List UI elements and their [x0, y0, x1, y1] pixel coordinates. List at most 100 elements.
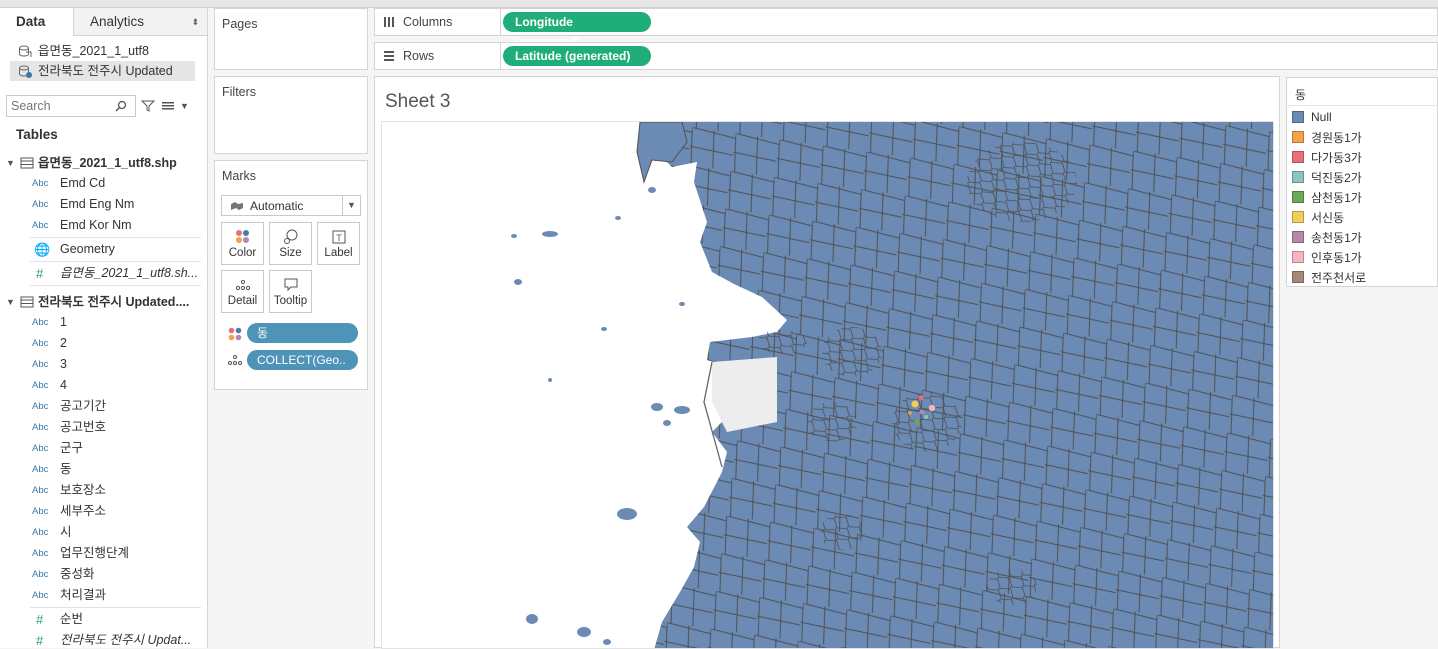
table-name: 전라북도 전주시 Updated....: [38, 295, 190, 309]
worksheet: Sheet 3: [374, 76, 1280, 649]
sort-arrows-icon[interactable]: ⬍: [191, 8, 199, 36]
pages-label: Pages: [222, 17, 258, 31]
filters-label: Filters: [222, 85, 257, 99]
legend-swatch: [1292, 131, 1304, 143]
legend-item[interactable]: 서신동: [1287, 207, 1437, 227]
legend-swatch: [1292, 271, 1304, 283]
legend-title: 동: [1287, 78, 1437, 106]
field-item[interactable]: # 순번: [0, 609, 207, 630]
legend-item[interactable]: 인후동1가: [1287, 247, 1437, 267]
field-label: 동: [60, 462, 72, 476]
datasource-icon: [19, 45, 32, 57]
string-type-icon: Abc: [32, 220, 49, 231]
size-button[interactable]: Size: [269, 222, 312, 265]
pages-card[interactable]: Pages: [214, 8, 368, 70]
string-type-icon: Abc: [32, 359, 49, 370]
table-header[interactable]: ▼ 읍면동_2021_1_utf8.shp: [0, 153, 207, 173]
field-label: 시: [60, 525, 72, 539]
field-item[interactable]: Abc 시: [0, 522, 207, 543]
search-input[interactable]: [11, 99, 115, 113]
field-label: 보호장소: [60, 483, 107, 497]
detail-button[interactable]: Detail: [221, 270, 264, 313]
globe-icon: 🌐: [34, 242, 51, 257]
legend-item[interactable]: 송천동1가: [1287, 227, 1437, 247]
datasource-icon: [19, 65, 32, 78]
filter-icon[interactable]: [140, 98, 156, 114]
string-type-icon: Abc: [32, 338, 49, 349]
field-item[interactable]: Abc 공고기간: [0, 396, 207, 417]
legend-item[interactable]: 경원동1가: [1287, 127, 1437, 147]
legend-swatch: [1292, 191, 1304, 203]
tab-data[interactable]: Data: [0, 8, 74, 36]
field-item[interactable]: Abc 군구: [0, 438, 207, 459]
tab-analytics[interactable]: Analytics ⬍: [74, 8, 207, 36]
field-item[interactable]: Abc Emd Eng Nm: [0, 194, 207, 215]
mark-type-select[interactable]: Automatic ▼: [221, 195, 361, 216]
latitude-pill[interactable]: Latitude (generated): [503, 46, 651, 66]
longitude-pill[interactable]: Longitude (generated): [503, 12, 651, 49]
field-item[interactable]: # 전라북도 전주시 Updat...: [0, 630, 207, 648]
search-row: ▼: [6, 95, 207, 117]
field-item[interactable]: Abc 중성화: [0, 564, 207, 585]
field-item[interactable]: Abc 처리결과: [0, 585, 207, 606]
detail-icon: [228, 355, 242, 365]
map-view[interactable]: [381, 121, 1274, 649]
datasource-item[interactable]: 읍면동_2021_1_utf8: [0, 41, 207, 61]
legend-swatch: [1292, 231, 1304, 243]
field-item[interactable]: Abc Emd Kor Nm: [0, 215, 207, 236]
size-button-label: Size: [279, 247, 302, 259]
filters-card[interactable]: Filters: [214, 76, 368, 154]
chevron-down-icon[interactable]: ▼: [342, 196, 360, 215]
field-label: 세부주소: [60, 504, 107, 518]
field-item[interactable]: Abc 공고번호: [0, 417, 207, 438]
field-label: 중성화: [60, 567, 95, 581]
chevron-down-icon[interactable]: ▼: [6, 292, 16, 312]
columns-shelf[interactable]: Columns Longitude (generated): [374, 8, 1438, 49]
field-label: 4: [60, 378, 67, 392]
detail-pill[interactable]: COLLECT(Geo..: [247, 350, 358, 370]
columns-shelf-label: Columns: [375, 9, 501, 35]
field-item[interactable]: Abc Emd Cd: [0, 173, 207, 194]
legend-item[interactable]: 다가동3가: [1287, 147, 1437, 167]
datasource-item-selected[interactable]: 전라북도 전주시 Updated: [10, 61, 195, 81]
rows-shelf[interactable]: Rows Latitude (generated): [374, 42, 1438, 70]
pane-tabs: Data Analytics ⬍: [0, 8, 207, 36]
view-dropdown-icon[interactable]: ▼: [180, 101, 189, 111]
view-list-icon[interactable]: [160, 98, 176, 114]
legend-item[interactable]: Null: [1287, 107, 1437, 127]
color-icon: [235, 230, 249, 243]
field-item[interactable]: Abc 3: [0, 354, 207, 375]
chevron-down-icon[interactable]: ▼: [6, 153, 16, 173]
legend-item[interactable]: 삼천동1가: [1287, 187, 1437, 207]
svg-text:T: T: [336, 233, 342, 243]
field-item[interactable]: Abc 업무진행단계: [0, 543, 207, 564]
rows-icon: [384, 51, 394, 61]
field-item[interactable]: Abc 1: [0, 312, 207, 333]
field-item[interactable]: 🌐 Geometry: [0, 239, 207, 260]
field-item[interactable]: Abc 세부주소: [0, 501, 207, 522]
table-header[interactable]: ▼ 전라북도 전주시 Updated....: [0, 292, 207, 312]
field-item[interactable]: # 읍면동_2021_1_utf8.sh...: [0, 263, 207, 284]
tooltip-button[interactable]: Tooltip: [269, 270, 312, 313]
string-type-icon: Abc: [32, 527, 49, 538]
mark-buttons: Color Size T Label Detail Tooltip: [221, 222, 367, 313]
datasource-label: 읍면동_2021_1_utf8: [38, 44, 149, 58]
string-type-icon: Abc: [32, 317, 49, 328]
field-item[interactable]: Abc 4: [0, 375, 207, 396]
detail-pill-row: COLLECT(Geo..: [215, 350, 367, 370]
field-label: 순번: [60, 612, 84, 626]
choropleth-map[interactable]: [382, 122, 1274, 649]
field-item[interactable]: Abc 2: [0, 333, 207, 354]
legend-item[interactable]: 전주천서로: [1287, 267, 1437, 287]
field-item[interactable]: Abc 보호장소: [0, 480, 207, 501]
field-item[interactable]: Abc 동: [0, 459, 207, 480]
label-button[interactable]: T Label: [317, 222, 360, 265]
color-button[interactable]: Color: [221, 222, 264, 265]
search-icon[interactable]: [115, 100, 127, 112]
detail-button-label: Detail: [227, 295, 258, 307]
field-label: 처리결과: [60, 588, 107, 602]
legend-item[interactable]: 덕진동2가: [1287, 167, 1437, 187]
legend-label: Null: [1311, 110, 1332, 124]
color-pill[interactable]: 동: [247, 323, 358, 343]
sheet-title[interactable]: Sheet 3: [375, 77, 1279, 121]
